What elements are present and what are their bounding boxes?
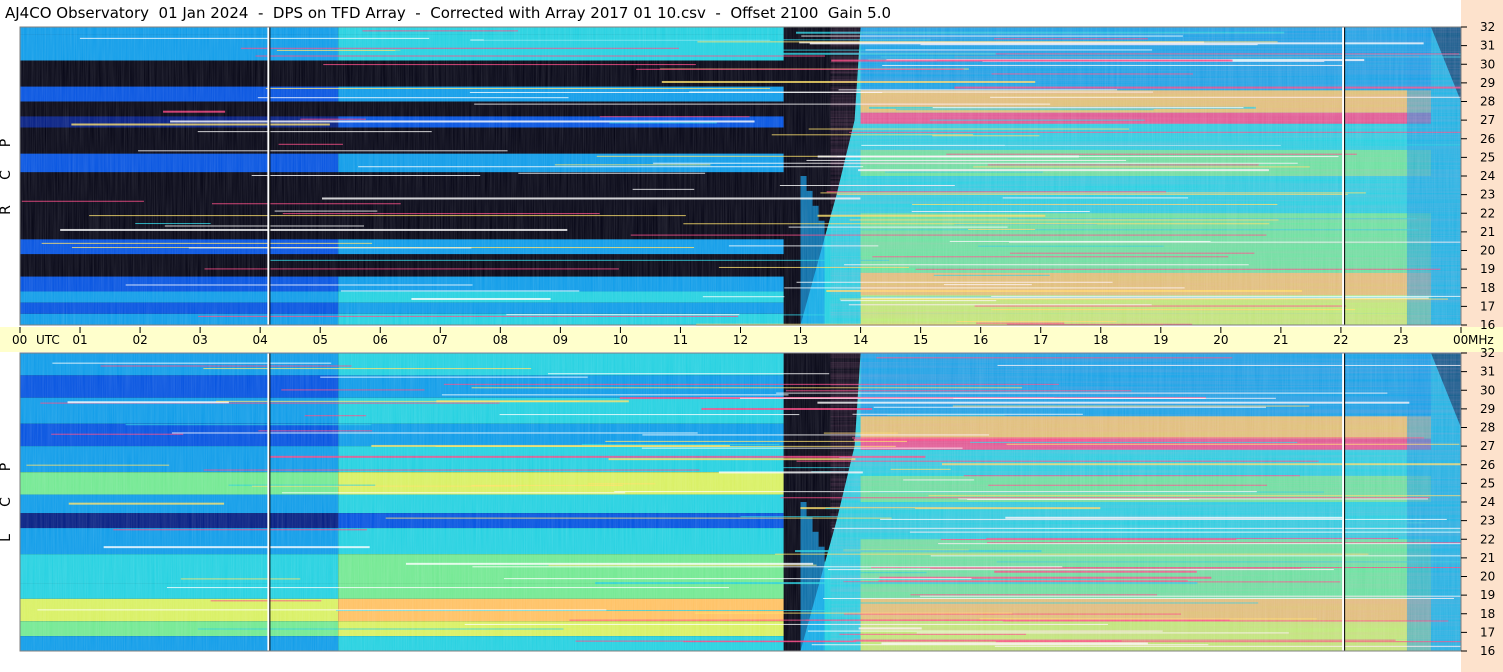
y-tick-label: 27: [1480, 113, 1495, 127]
y-tick-label: 20: [1480, 570, 1495, 584]
x-tick-label: 18: [1093, 333, 1108, 347]
x-tick-label: 14: [853, 333, 868, 347]
y-tick-label: 18: [1480, 281, 1495, 295]
x-tick-label: 04: [253, 333, 268, 347]
y-tick-label: 29: [1480, 76, 1495, 90]
y-tick-label: 30: [1480, 57, 1495, 71]
y-unit-label: MHz: [1468, 333, 1494, 347]
y-tick-label: 31: [1480, 365, 1495, 379]
y-tick-label: 22: [1480, 532, 1495, 546]
y-tick-label: 32: [1480, 346, 1495, 360]
y-tick-label: 30: [1480, 383, 1495, 397]
x-tick-label: 23: [1393, 333, 1408, 347]
x-tick-label: 22: [1333, 333, 1348, 347]
y-tick-label: 21: [1480, 551, 1495, 565]
y-tick-label: 23: [1480, 188, 1495, 202]
y-tick-label: 17: [1480, 625, 1495, 639]
marker-line: [1342, 353, 1345, 651]
x-tick-label: 13: [793, 333, 808, 347]
y-tick-label: 16: [1480, 644, 1495, 658]
marker-line: [269, 353, 271, 651]
x-tick-label: 03: [192, 333, 207, 347]
y-tick-label: 26: [1480, 458, 1495, 472]
x-tick-label: 10: [613, 333, 628, 347]
x-tick-label: 11: [673, 333, 688, 347]
y-tick-label: 25: [1480, 476, 1495, 490]
noise-texture: [830, 27, 1461, 325]
x-unit-label: UTC: [36, 333, 60, 347]
x-tick-label: 12: [733, 333, 748, 347]
x-tick-label: 21: [1273, 333, 1288, 347]
marker-line: [269, 27, 271, 325]
x-tick-label: 15: [913, 333, 928, 347]
y-tick-label: 23: [1480, 514, 1495, 528]
marker-line: [1344, 27, 1346, 325]
y-tick-label: 28: [1480, 421, 1495, 435]
y-tick-label: 17: [1480, 299, 1495, 313]
y-tick-label: 24: [1480, 495, 1495, 509]
y-tick-label: 32: [1480, 20, 1495, 34]
noise-texture: [830, 353, 1461, 651]
x-tick-label: 20: [1213, 333, 1228, 347]
x-tick-label: 19: [1153, 333, 1168, 347]
x-tick-label: 00: [1453, 333, 1468, 347]
y-tick-label: 18: [1480, 607, 1495, 621]
y-tick-label: 27: [1480, 439, 1495, 453]
y-tick-label: 26: [1480, 132, 1495, 146]
y-tick-label: 21: [1480, 225, 1495, 239]
x-tick-label: 07: [433, 333, 448, 347]
x-tick-label: 05: [313, 333, 328, 347]
polarization-letter: C: [0, 497, 14, 507]
frequency-axis-top: 32 31 30 29 28 27 26 25 24 23 22 21 20 19 18 17 16: [1461, 20, 1495, 332]
spectrogram-chart: 00 01 02 03 04 05 06 07 08 09 10 11 12 13 14 15 16 17 18 19…: [0, 20, 1495, 658]
y-tick-label: 20: [1480, 244, 1495, 258]
x-tick-label: 02: [132, 333, 147, 347]
lcp-panel: [19, 352, 1462, 652]
y-tick-label: 28: [1480, 95, 1495, 109]
time-axis: 00 01 02 03 04 05 06 07 08 09 10 11 12 13 14 15 16 17 18 19…: [12, 327, 1494, 347]
x-tick-label: 16: [973, 333, 988, 347]
y-tick-label: 24: [1480, 169, 1495, 183]
x-tick-label: 17: [1033, 333, 1048, 347]
y-tick-label: 19: [1480, 262, 1495, 276]
x-tick-label: 06: [373, 333, 388, 347]
rcp-panel: [19, 26, 1462, 326]
y-tick-label: 19: [1480, 588, 1495, 602]
marker-line: [267, 27, 270, 325]
y-tick-label: 22: [1480, 206, 1495, 220]
polarization-letter: P: [0, 463, 14, 471]
y-tick-label: 16: [1480, 318, 1495, 332]
marker-line: [1342, 27, 1345, 325]
x-tick-label: 01: [72, 333, 87, 347]
x-tick-label: 00: [12, 333, 27, 347]
y-tick-label: 29: [1480, 402, 1495, 416]
frequency-axis-bottom: 32 31 30 29 28 27 26 25 24 23 22 21 20 19 18 17 16: [1461, 346, 1495, 658]
marker-line: [1344, 353, 1346, 651]
polarization-letter: P: [0, 139, 14, 147]
polarization-letter: C: [0, 170, 14, 180]
polarization-letter: R: [0, 205, 14, 215]
x-tick-label: 08: [493, 333, 508, 347]
marker-line: [267, 353, 270, 651]
y-tick-label: 31: [1480, 39, 1495, 53]
x-tick-label: 09: [553, 333, 568, 347]
polarization-letter: L: [0, 534, 14, 542]
y-tick-label: 25: [1480, 150, 1495, 164]
